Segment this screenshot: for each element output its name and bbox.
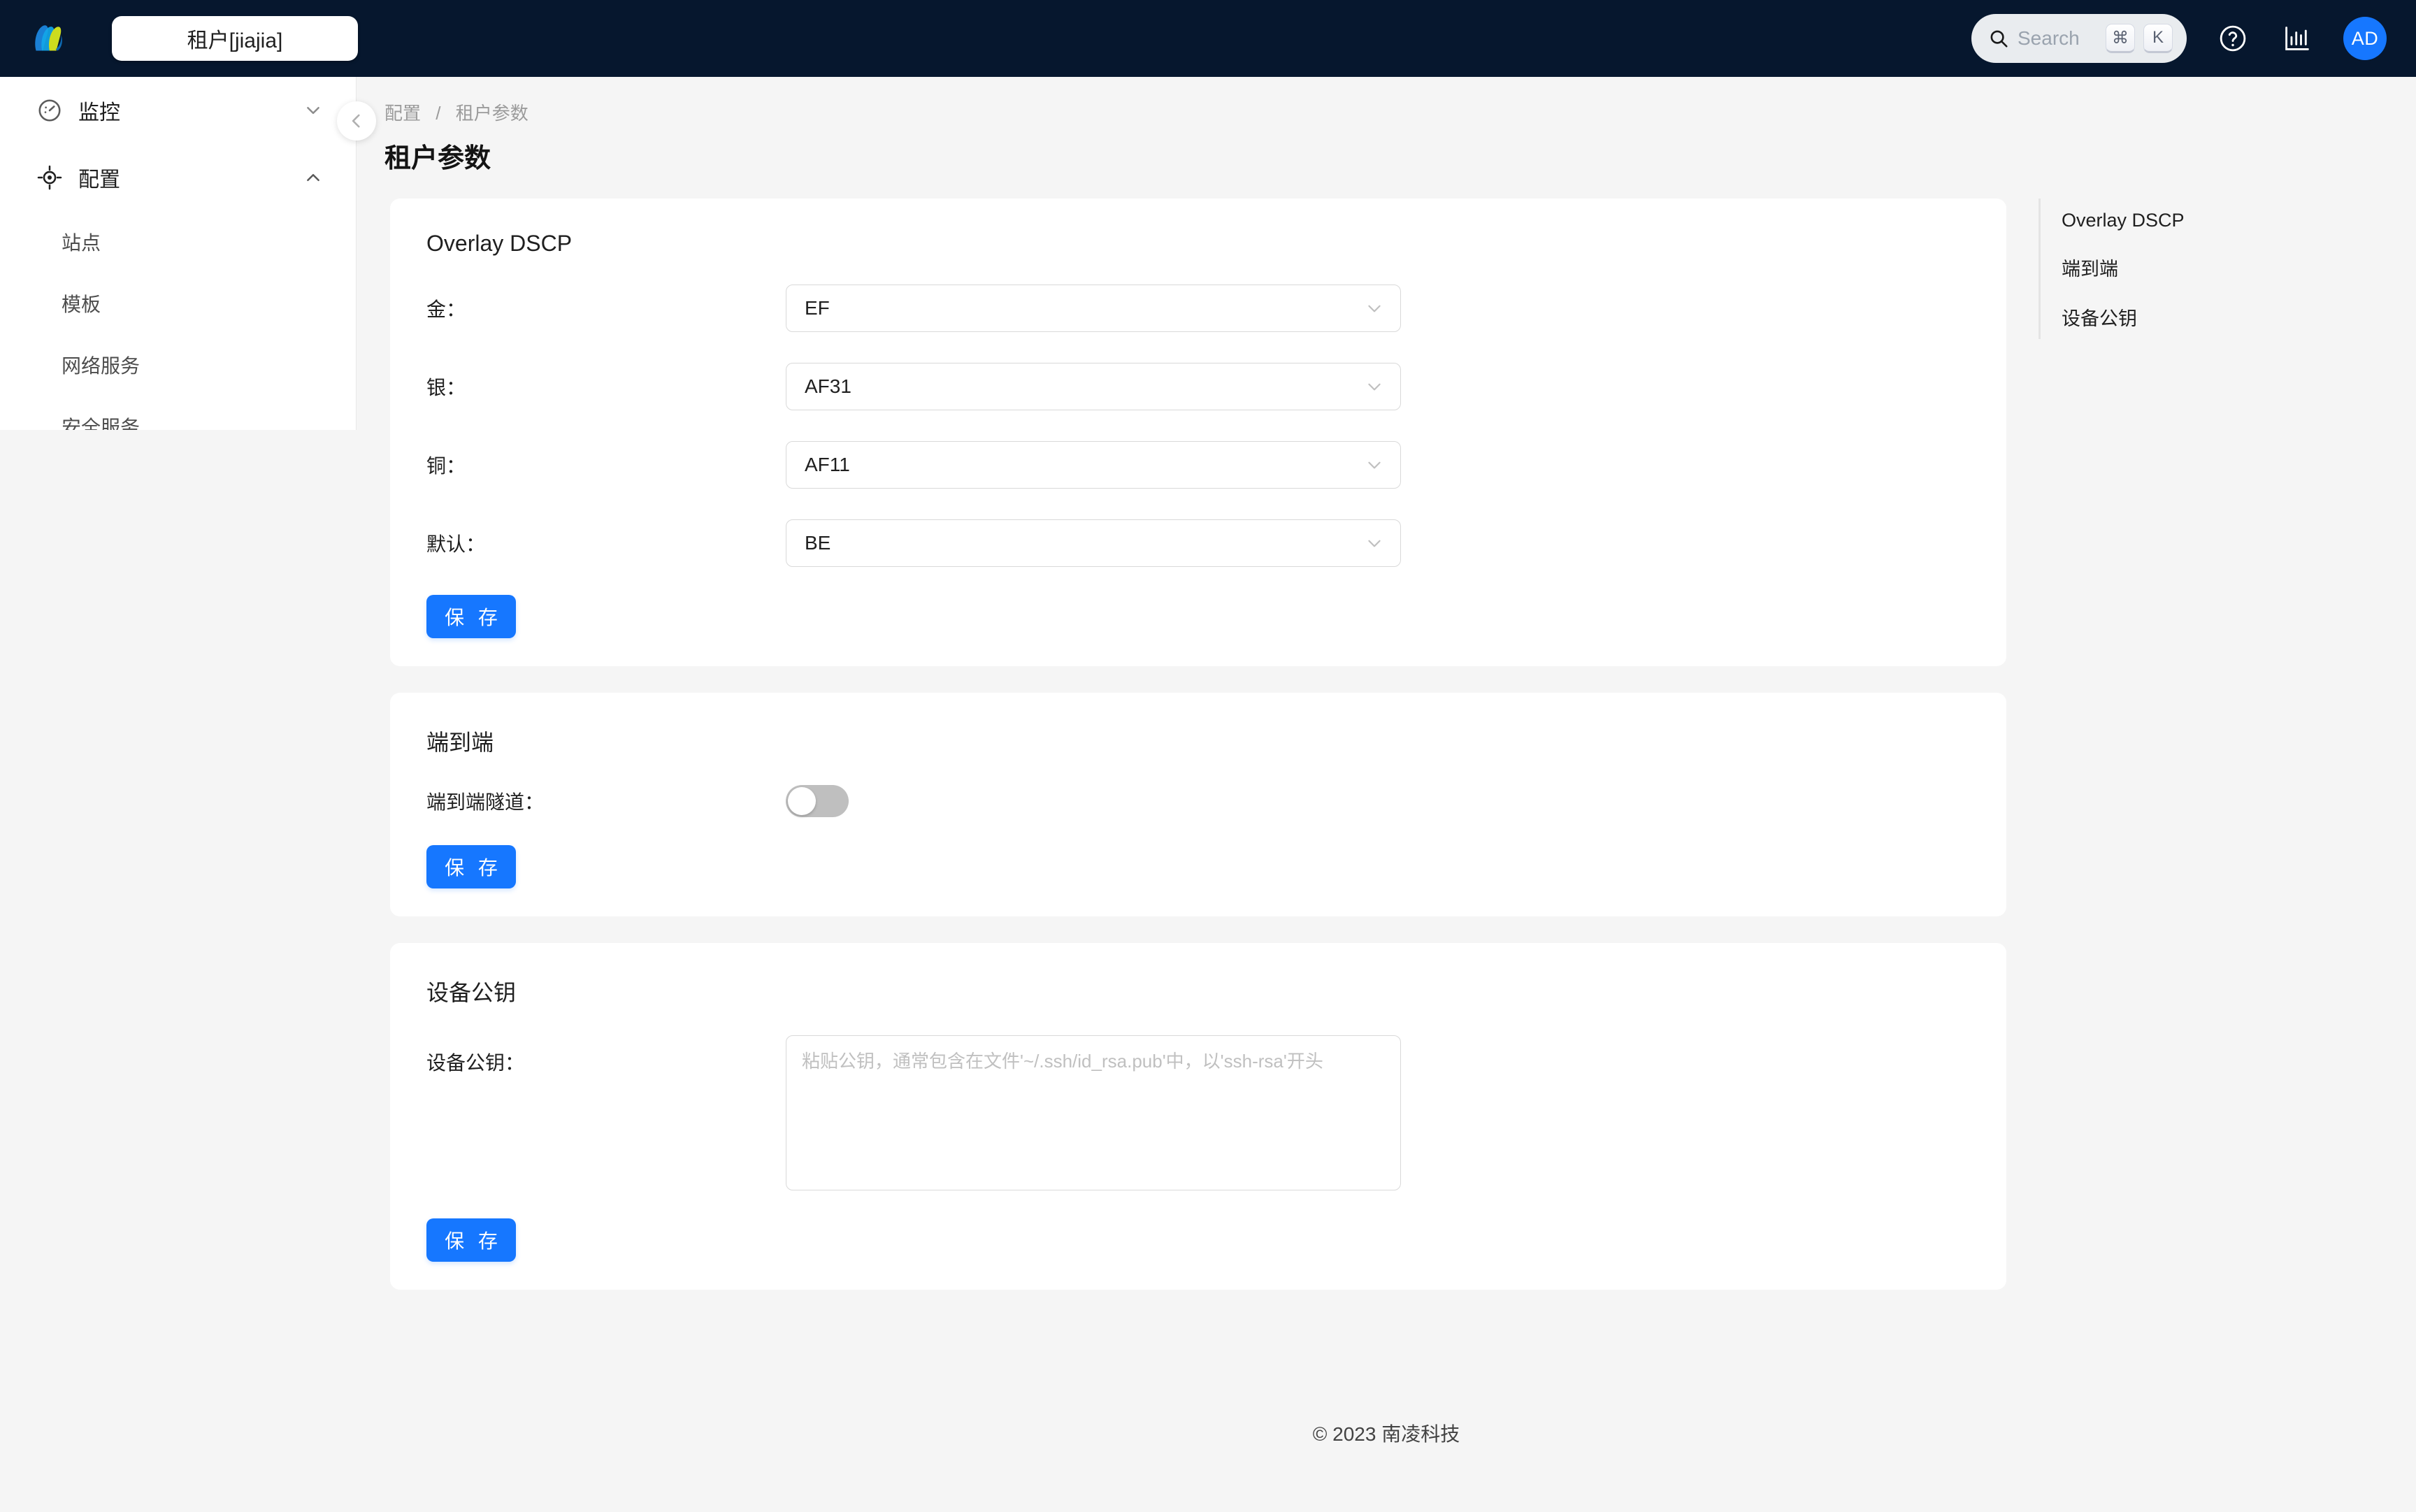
sidebar-group-monitoring-label: 监控 bbox=[78, 101, 120, 124]
chevron-down-icon bbox=[1368, 461, 1381, 469]
select-default-dscp-value: BE bbox=[805, 532, 831, 554]
save-button-overlay-dscp[interactable]: 保 存 bbox=[426, 595, 516, 638]
chevron-down-icon bbox=[1368, 383, 1381, 391]
select-silver-dscp[interactable]: AF31 bbox=[786, 363, 1401, 410]
sidebar-item-network-services[interactable]: 网络服务 bbox=[0, 334, 356, 396]
card-end-to-end-title: 端到端 bbox=[426, 730, 494, 755]
bar-chart-icon bbox=[2285, 27, 2309, 50]
toggle-end-to-end-tunnel[interactable] bbox=[786, 785, 849, 817]
content-columns: Overlay DSCP 金： EF 银： AF31 铜： AF11 默认： B… bbox=[357, 199, 2416, 1316]
breadcrumb-current: 租户参数 bbox=[455, 103, 528, 124]
toggle-knob bbox=[788, 787, 816, 815]
chevron-down-icon bbox=[1368, 305, 1381, 312]
select-gold-dscp[interactable]: EF bbox=[786, 285, 1401, 332]
save-button-end-to-end[interactable]: 保 存 bbox=[426, 845, 516, 888]
chevron-down-icon bbox=[307, 106, 319, 115]
sidebar-item-security-services-label: 安全服务 bbox=[62, 417, 141, 430]
aim-crosshair-icon bbox=[37, 165, 62, 190]
search-icon bbox=[1990, 30, 2008, 48]
breadcrumb-parent[interactable]: 配置 bbox=[384, 103, 421, 124]
tenant-switcher-button[interactable]: 租户[jiajia] bbox=[112, 16, 358, 61]
label-device-public-key: 设备公钥： bbox=[426, 1052, 525, 1074]
card-overlay-dscp-title: Overlay DSCP bbox=[426, 231, 573, 256]
shortcut-key-command: ⌘ bbox=[2106, 24, 2135, 53]
help-button[interactable] bbox=[2215, 20, 2251, 57]
card-end-to-end: 端到端 端到端隧道： 保 存 bbox=[390, 693, 2006, 916]
select-silver-dscp-value: AF31 bbox=[805, 375, 851, 397]
page-footer: © 2023 南凌科技 bbox=[357, 1419, 2416, 1447]
label-gold: 金： bbox=[426, 298, 466, 320]
form-row-device-public-key: 设备公钥： bbox=[426, 1035, 1970, 1190]
page-title: 租户参数 bbox=[384, 144, 491, 173]
avatar-initials: AD bbox=[2351, 27, 2379, 49]
select-default-dscp[interactable]: BE bbox=[786, 519, 1401, 567]
card-overlay-dscp: Overlay DSCP 金： EF 银： AF31 铜： AF11 默认： B… bbox=[390, 199, 2006, 666]
sidebar-item-sites[interactable]: 站点 bbox=[0, 211, 356, 273]
label-silver: 银： bbox=[426, 377, 466, 398]
sidebar-group-monitoring[interactable]: 监控 bbox=[0, 77, 356, 144]
anchor-link-device-public-key[interactable]: 设备公钥 bbox=[2062, 303, 2185, 331]
sidebar-collapse-button[interactable] bbox=[337, 101, 376, 141]
page-header: 配置 / 租户参数 租户参数 bbox=[357, 77, 2416, 175]
user-avatar[interactable]: AD bbox=[2343, 17, 2387, 60]
breadcrumb: 配置 / 租户参数 bbox=[384, 99, 2416, 125]
copyright-text: © 2023 南凌科技 bbox=[1312, 1423, 1460, 1445]
select-gold-dscp-value: EF bbox=[805, 297, 830, 319]
anchor-link-end-to-end[interactable]: 端到端 bbox=[2062, 254, 2185, 281]
label-bronze: 铜： bbox=[426, 455, 466, 477]
nanlink-m-logo-icon bbox=[35, 25, 62, 51]
select-bronze-dscp[interactable]: AF11 bbox=[786, 441, 1401, 489]
label-default: 默认： bbox=[426, 533, 486, 555]
settings-cards-column: Overlay DSCP 金： EF 银： AF31 铜： AF11 默认： B… bbox=[357, 199, 2006, 1316]
select-bronze-dscp-value: AF11 bbox=[805, 454, 850, 475]
sidebar-navigation: 监控 配置 站点 模板 网络服务 安全服务 bbox=[0, 77, 357, 430]
chevron-left-icon bbox=[352, 114, 360, 128]
breadcrumb-separator: / bbox=[436, 103, 441, 124]
sidebar-item-network-services-label: 网络服务 bbox=[62, 355, 141, 377]
device-public-key-input[interactable] bbox=[786, 1035, 1401, 1190]
statistics-button[interactable] bbox=[2279, 20, 2315, 57]
dashboard-gauge-icon bbox=[38, 99, 61, 122]
anchor-link-overlay-dscp[interactable]: Overlay DSCP bbox=[2062, 210, 2185, 231]
sidebar-item-sites-label: 站点 bbox=[62, 232, 101, 254]
sidebar-group-configuration-label: 配置 bbox=[78, 168, 120, 192]
chevron-up-icon bbox=[307, 173, 319, 182]
search-placeholder: Search bbox=[2018, 27, 2080, 49]
shortcut-key-k: K bbox=[2143, 24, 2173, 53]
form-row-silver: 银： AF31 bbox=[426, 363, 1970, 410]
question-circle-icon bbox=[2220, 25, 2246, 52]
sidebar-group-configuration[interactable]: 配置 bbox=[0, 144, 356, 211]
anchor-navigation: Overlay DSCP 端到端 设备公钥 bbox=[2038, 199, 2185, 339]
sidebar-item-templates[interactable]: 模板 bbox=[0, 273, 356, 334]
main-content-region: 配置 / 租户参数 租户参数 Overlay DSCP 金： EF 银： AF3… bbox=[357, 77, 2416, 1512]
form-row-gold: 金： EF bbox=[426, 285, 1970, 332]
global-search-input[interactable]: Search ⌘ K bbox=[1971, 14, 2187, 63]
form-row-end-to-end-tunnel: 端到端隧道： bbox=[426, 785, 1970, 817]
label-end-to-end-tunnel: 端到端隧道： bbox=[426, 791, 545, 813]
app-header: 租户[jiajia] Search ⌘ K AD bbox=[0, 0, 2416, 77]
card-device-public-key-title: 设备公钥 bbox=[426, 980, 517, 1005]
form-row-default: 默认： BE bbox=[426, 519, 1970, 567]
sidebar-item-templates-label: 模板 bbox=[62, 294, 101, 315]
header-actions: Search ⌘ K AD bbox=[1971, 14, 2387, 63]
tenant-switcher-label: 租户[jiajia] bbox=[187, 29, 283, 52]
save-button-device-public-key[interactable]: 保 存 bbox=[426, 1218, 516, 1262]
sidebar-item-security-services[interactable]: 安全服务 bbox=[0, 396, 356, 430]
form-row-bronze: 铜： AF11 bbox=[426, 441, 1970, 489]
chevron-down-icon bbox=[1368, 540, 1381, 547]
card-device-public-key: 设备公钥 设备公钥： 保 存 bbox=[390, 943, 2006, 1290]
